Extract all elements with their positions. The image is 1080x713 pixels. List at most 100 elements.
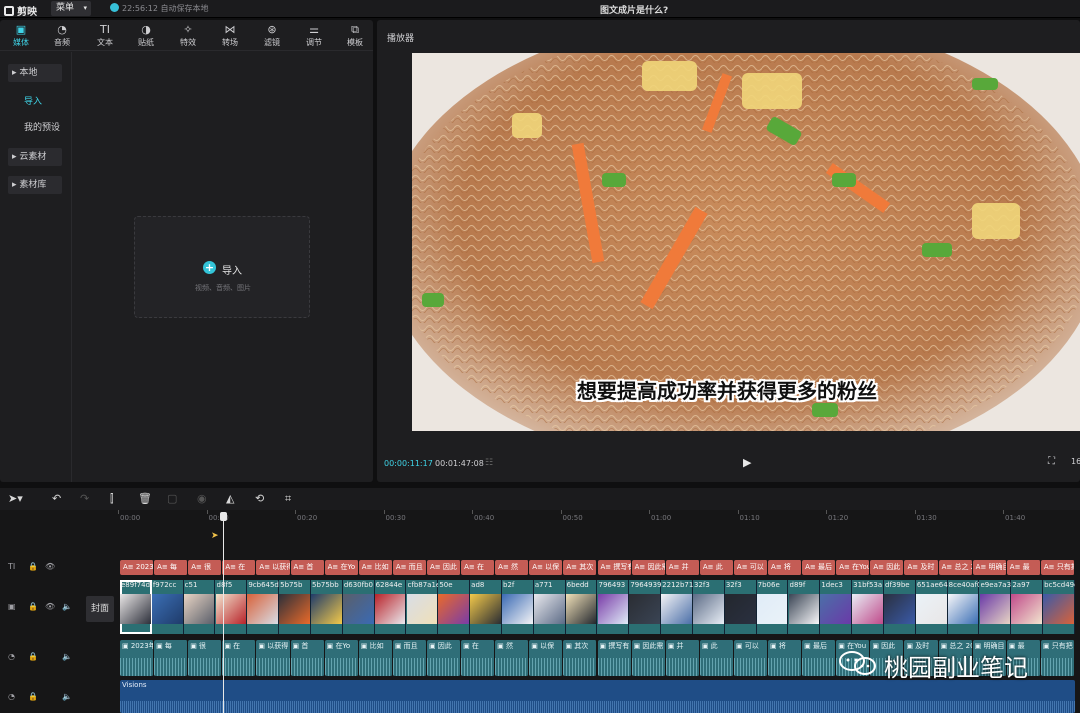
text-clip[interactable]: A≡ 在 <box>222 560 257 575</box>
video-clip[interactable]: 7964939 <box>629 580 662 634</box>
eye-icon[interactable]: 👁 <box>45 602 55 611</box>
text-clip[interactable]: A≡ 每 <box>154 560 189 575</box>
video-clip[interactable]: 31bf53a <box>852 580 884 634</box>
import-dropzone[interactable]: + 导入 视频、音频、图片 <box>134 216 310 318</box>
tab-transition[interactable]: ⋈ 转场 <box>212 23 248 48</box>
video-clip[interactable]: cfb87a1e <box>406 580 439 634</box>
tab-adjust[interactable]: ⚌ 调节 <box>296 23 332 48</box>
audio-clip[interactable]: ▣ 此 <box>699 640 734 676</box>
sidebar-item-library[interactable]: ▸ 素材库 <box>8 176 62 194</box>
speaker-icon[interactable]: 🔈 <box>62 652 72 661</box>
audio-clip[interactable]: ▣ 最后 <box>802 640 837 676</box>
audio-clip[interactable]: ▣ 以获得 <box>256 640 291 676</box>
audio-clip[interactable]: ▣ 在Yo <box>324 640 359 676</box>
audio-clip[interactable]: ▣ 在 <box>222 640 257 676</box>
lock-icon[interactable]: 🔒 <box>28 602 38 611</box>
text-clip[interactable]: A≡ 在Yo <box>324 560 359 575</box>
audio-clip[interactable]: ▣ 2023年 <box>120 640 155 676</box>
text-clip[interactable]: A≡ 最 <box>1006 560 1041 575</box>
video-clip[interactable]: 6bedd <box>565 580 598 634</box>
video-clip[interactable]: c51 <box>183 580 216 634</box>
tab-sticker[interactable]: ◑ 贴纸 <box>128 23 164 48</box>
audio-clip[interactable]: ▣ 然 <box>495 640 530 676</box>
audio-clip[interactable]: ▣ 而且 <box>392 640 427 676</box>
play-button[interactable]: ▶ <box>743 456 751 469</box>
text-clip[interactable]: A≡ 首 <box>290 560 325 575</box>
ratio-button[interactable]: 16 <box>1071 457 1080 466</box>
audio-clip[interactable]: ▣ 撰写有 <box>597 640 632 676</box>
text-clip[interactable]: A≡ 撰写有 <box>597 560 632 575</box>
undo-icon[interactable]: ↶ <box>52 492 61 505</box>
audio-clip[interactable]: ▣ 因此需 <box>631 640 666 676</box>
video-clip[interactable]: e89f74da <box>120 580 152 634</box>
crop-icon[interactable]: ⌗ <box>285 492 291 506</box>
audio-clip[interactable]: ▣ 将 <box>768 640 803 676</box>
sidebar-item-import[interactable]: 导入 <box>20 93 70 111</box>
timeline-view-icon[interactable]: ☷ <box>485 458 493 468</box>
video-clip[interactable]: d630fb0 <box>342 580 375 634</box>
text-clip[interactable]: A≡ 最后 <box>802 560 837 575</box>
video-clip[interactable]: 2212b71c <box>661 580 693 634</box>
lock-icon[interactable]: 🔒 <box>28 652 38 661</box>
text-clip[interactable]: A≡ 2023年 <box>120 560 155 575</box>
cover-button[interactable]: 封面 <box>86 596 114 622</box>
video-clip[interactable]: 5b75bb <box>311 580 343 634</box>
video-clip[interactable]: df39be <box>884 580 916 634</box>
video-clip[interactable]: 2a97 <box>1011 580 1044 634</box>
speaker-icon[interactable]: 🔈 <box>62 692 72 701</box>
tab-effects[interactable]: ✧ 特效 <box>170 23 206 48</box>
text-clip[interactable]: A≡ 将 <box>768 560 803 575</box>
video-clip[interactable]: d8f5 <box>215 580 248 634</box>
text-track[interactable]: A≡ 2023年A≡ 每A≡ 很A≡ 在A≡ 以获得A≡ 首A≡ 在YoA≡ 比… <box>120 560 1075 575</box>
sidebar-item-local[interactable]: ▸ 本地 <box>8 64 62 82</box>
tab-filter[interactable]: ⊛ 滤镜 <box>254 23 290 48</box>
playhead-handle[interactable] <box>220 512 227 521</box>
rotate-icon[interactable]: ⟲ <box>255 492 264 505</box>
text-clip[interactable]: A≡ 因此 <box>870 560 905 575</box>
text-clip[interactable]: A≡ 此 <box>699 560 734 575</box>
audio-clip[interactable]: ▣ 可以 <box>733 640 769 676</box>
video-clip[interactable]: 32f3 <box>693 580 725 634</box>
video-clip[interactable]: 1dec3 <box>820 580 853 634</box>
playhead[interactable] <box>220 512 227 713</box>
video-clip[interactable]: 5b75b <box>279 580 311 634</box>
sidebar-item-presets[interactable]: 我的预设 <box>20 119 70 137</box>
video-clip[interactable]: 796493 <box>597 580 630 634</box>
time-ruler[interactable]: 00:00 00:10 00:20 00:30 00:40 00:50 01:00 01:10… <box>110 510 1080 526</box>
text-clip[interactable]: A≡ 其次 <box>563 560 598 575</box>
menu-button[interactable]: 菜单 ▾ <box>51 1 91 16</box>
video-clip[interactable]: bc5cd49cb254 <box>1043 580 1075 634</box>
text-clip[interactable]: A≡ 以保 <box>529 560 564 575</box>
tab-text[interactable]: TI 文本 <box>87 23 123 48</box>
video-clip[interactable]: d89f <box>788 580 821 634</box>
video-clip[interactable]: f972cc <box>151 580 184 634</box>
lock-icon[interactable]: 🔒 <box>28 562 38 571</box>
delete-icon[interactable]: 🗑 <box>138 492 152 505</box>
text-clip[interactable]: A≡ 因此需 <box>631 560 666 575</box>
audio-clip[interactable]: ▣ 并 <box>665 640 700 676</box>
video-clip[interactable]: a771 <box>533 580 566 634</box>
tab-template[interactable]: ⧉ 模板 <box>337 23 373 48</box>
text-clip[interactable]: A≡ 以获得 <box>256 560 291 575</box>
video-clip[interactable]: b2f <box>502 580 534 634</box>
video-clip[interactable]: 7b06e <box>756 580 789 634</box>
audio-clip[interactable]: ▣ 首 <box>290 640 325 676</box>
text-clip[interactable]: A≡ 因此 <box>426 560 462 575</box>
text-clip[interactable]: A≡ 然 <box>495 560 530 575</box>
video-track[interactable]: e89f74da f972cc c51 d8f5 9cb645d 5b75b 5b75bb d… <box>120 580 1075 634</box>
text-clip[interactable]: A≡ 及时 <box>904 560 939 575</box>
select-cursor-icon[interactable]: ➤▾ <box>8 492 23 505</box>
text-clip[interactable]: A≡ 并 <box>665 560 700 575</box>
lock-icon[interactable]: 🔒 <box>28 692 38 701</box>
audio-clip[interactable]: ▣ 比如 <box>358 640 393 676</box>
redo-icon[interactable]: ↷ <box>80 492 89 505</box>
audio-clip[interactable]: ▣ 其次 <box>563 640 598 676</box>
audio-clip[interactable]: ▣ 在 <box>461 640 496 676</box>
tab-media[interactable]: ▣ 媒体 <box>3 23 39 48</box>
text-clip[interactable]: A≡ 而且 <box>392 560 427 575</box>
freeze-icon[interactable]: ▢ <box>167 492 177 505</box>
video-clip[interactable]: 9cb645d <box>247 580 280 634</box>
sidebar-item-cloud[interactable]: ▸ 云素材 <box>8 148 62 166</box>
text-clip[interactable]: A≡ 在You <box>836 560 871 575</box>
video-clip[interactable]: 32f3 <box>724 580 757 634</box>
